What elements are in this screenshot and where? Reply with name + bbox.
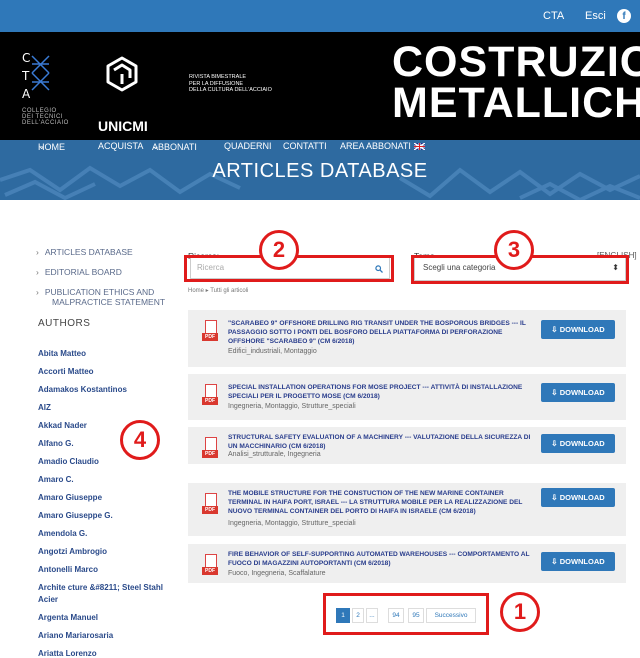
download-icon: ⇩ (551, 439, 558, 448)
top-bar: CTA Esci f (0, 0, 640, 32)
article-card: PDF THE MOBILE STRUCTURE FOR THE CONSTUC… (188, 483, 626, 536)
svg-text:C: C (22, 51, 30, 65)
download-button[interactable]: ⇩ DOWNLOAD (541, 320, 615, 339)
article-tags[interactable]: Edifici_industriali, Montaggio (228, 348, 317, 355)
sidebar-item-ethics-line2[interactable]: MALPRACTICE STATEMENT (52, 297, 165, 307)
article-card: PDF FIRE BEHAVIOR OF SELF-SUPPORTING AUT… (188, 544, 626, 583)
download-icon: ⇩ (551, 557, 558, 566)
download-icon: ⇩ (551, 493, 558, 502)
download-button[interactable]: ⇩ DOWNLOAD (541, 383, 615, 402)
author-link[interactable]: Argenta Manuel (38, 613, 98, 622)
author-link[interactable]: Angotzi Ambrogio (38, 547, 107, 556)
download-icon: ⇩ (551, 388, 558, 397)
uk-flag-icon[interactable] (414, 143, 425, 150)
cta-subtitle: COLLEGIO DEI TECNICI DELL'ACCIAIO (22, 108, 69, 126)
author-link[interactable]: Amadio Claudio (38, 457, 99, 466)
article-card: PDF SPECIAL INSTALLATION OPERATIONS FOR … (188, 374, 626, 420)
download-button[interactable]: ⇩ DOWNLOAD (541, 488, 615, 507)
author-link[interactable]: Adamakos Kostantinos (38, 385, 127, 394)
article-tags[interactable]: Fuoco, Ingegneria, Scaffalature (228, 570, 326, 577)
author-link[interactable]: Acier (38, 595, 58, 604)
author-link[interactable]: Amendola G. (38, 529, 87, 538)
unicmi-wordmark: UNICMI (98, 118, 148, 134)
nav-quaderni[interactable]: QUADERNI (224, 141, 272, 151)
sidebar-item-ethics[interactable]: › PUBLICATION ETHICS AND (36, 287, 154, 297)
article-title[interactable]: FIRE BEHAVIOR OF SELF-SUPPORTING AUTOMAT… (228, 550, 533, 568)
pdf-icon: PDF (202, 437, 218, 459)
pdf-icon: PDF (202, 320, 218, 342)
article-title[interactable]: STRUCTURAL SAFETY EVALUATION OF A MACHIN… (228, 433, 533, 451)
author-link[interactable]: Abita Matteo (38, 349, 86, 358)
page-title: ARTICLES DATABASE (212, 160, 428, 182)
author-link[interactable]: Amaro Giuseppe (38, 493, 102, 502)
annotation-4: 4 (120, 420, 160, 460)
author-link[interactable]: Alfano G. (38, 439, 74, 448)
article-card: PDF "SCARABEO 9" OFFSHORE DRILLING RIG T… (188, 310, 626, 367)
download-button[interactable]: ⇩ DOWNLOAD (541, 434, 615, 453)
cta-link[interactable]: CTA (543, 10, 564, 22)
pdf-icon: PDF (202, 554, 218, 576)
nav-home[interactable]: HOME ⌄ (38, 141, 65, 152)
breadcrumb[interactable]: Home ▸ Tutti gli articoli (188, 287, 248, 294)
facebook-icon[interactable]: f (617, 9, 631, 23)
author-link[interactable]: Akkad Nader (38, 421, 87, 430)
magazine-title[interactable]: COSTRUZIONI METALLICHE (392, 41, 640, 125)
cta-logo-icon[interactable]: C T A (22, 50, 50, 102)
author-link[interactable]: Ariatta Lorenzo (38, 649, 97, 658)
annotation-2: 2 (259, 230, 299, 270)
magazine-tagline: RIVISTA BIMESTRALE PER LA DIFFUSIONE DEL… (189, 74, 272, 93)
sidebar-item-editorial-board[interactable]: › EDITORIAL BOARD (36, 267, 122, 277)
svg-text:A: A (22, 87, 31, 101)
author-link[interactable]: Ariano Mariarosaria (38, 631, 113, 640)
article-card: PDF STRUCTURAL SAFETY EVALUATION OF A MA… (188, 427, 626, 464)
nav-area-abbonati[interactable]: AREA ABBONATI (340, 141, 411, 151)
author-link[interactable]: Antonelli Marco (38, 565, 98, 574)
main-nav: HOME ⌄ ACQUISTA ABBONATI ⌄ QUADERNI CONT… (0, 140, 640, 200)
nav-acquista[interactable]: ACQUISTA (98, 141, 143, 151)
annotation-1: 1 (500, 592, 540, 632)
article-tags[interactable]: Ingegneria, Montaggio, Strutture_special… (228, 520, 356, 527)
author-link[interactable]: AIZ (38, 403, 51, 412)
author-link[interactable]: Archite cture &#8211; Steel Stahl (38, 583, 163, 592)
article-tags[interactable]: Analisi_strutturale, Ingegneria (228, 451, 321, 458)
article-title[interactable]: THE MOBILE STRUCTURE FOR THE CONSTUCTION… (228, 489, 533, 516)
article-tags[interactable]: Ingegneria, Montaggio, Strutture_special… (228, 403, 356, 410)
pdf-icon: PDF (202, 384, 218, 406)
author-link[interactable]: Amaro C. (38, 475, 74, 484)
author-link[interactable]: Accorti Matteo (38, 367, 94, 376)
download-button[interactable]: ⇩ DOWNLOAD (541, 552, 615, 571)
svg-text:T: T (22, 69, 30, 83)
site-header: C T A COLLEGIO DEI TECNICI DELL'ACCIAIO … (0, 32, 640, 140)
highlight-box-pagination (323, 593, 489, 635)
pdf-icon: PDF (202, 493, 218, 515)
logout-link[interactable]: Esci (585, 10, 606, 22)
unicmi-logo-icon[interactable] (100, 52, 144, 96)
authors-heading: AUTHORS (38, 318, 91, 329)
nav-abbonati[interactable]: ABBONATI ⌄ (152, 141, 197, 152)
author-link[interactable]: Amaro Giuseppe G. (38, 511, 113, 520)
annotation-3: 3 (494, 230, 534, 270)
download-icon: ⇩ (551, 325, 558, 334)
nav-contatti[interactable]: CONTATTI (283, 141, 327, 151)
menu-bar: HOME ⌄ ACQUISTA ABBONATI ⌄ QUADERNI CONT… (0, 140, 640, 158)
article-title[interactable]: SPECIAL INSTALLATION OPERATIONS FOR MOSE… (228, 383, 533, 401)
article-title[interactable]: "SCARABEO 9" OFFSHORE DRILLING RIG TRANS… (228, 319, 533, 346)
sidebar-item-articles-database[interactable]: › ARTICLES DATABASE (36, 247, 133, 257)
